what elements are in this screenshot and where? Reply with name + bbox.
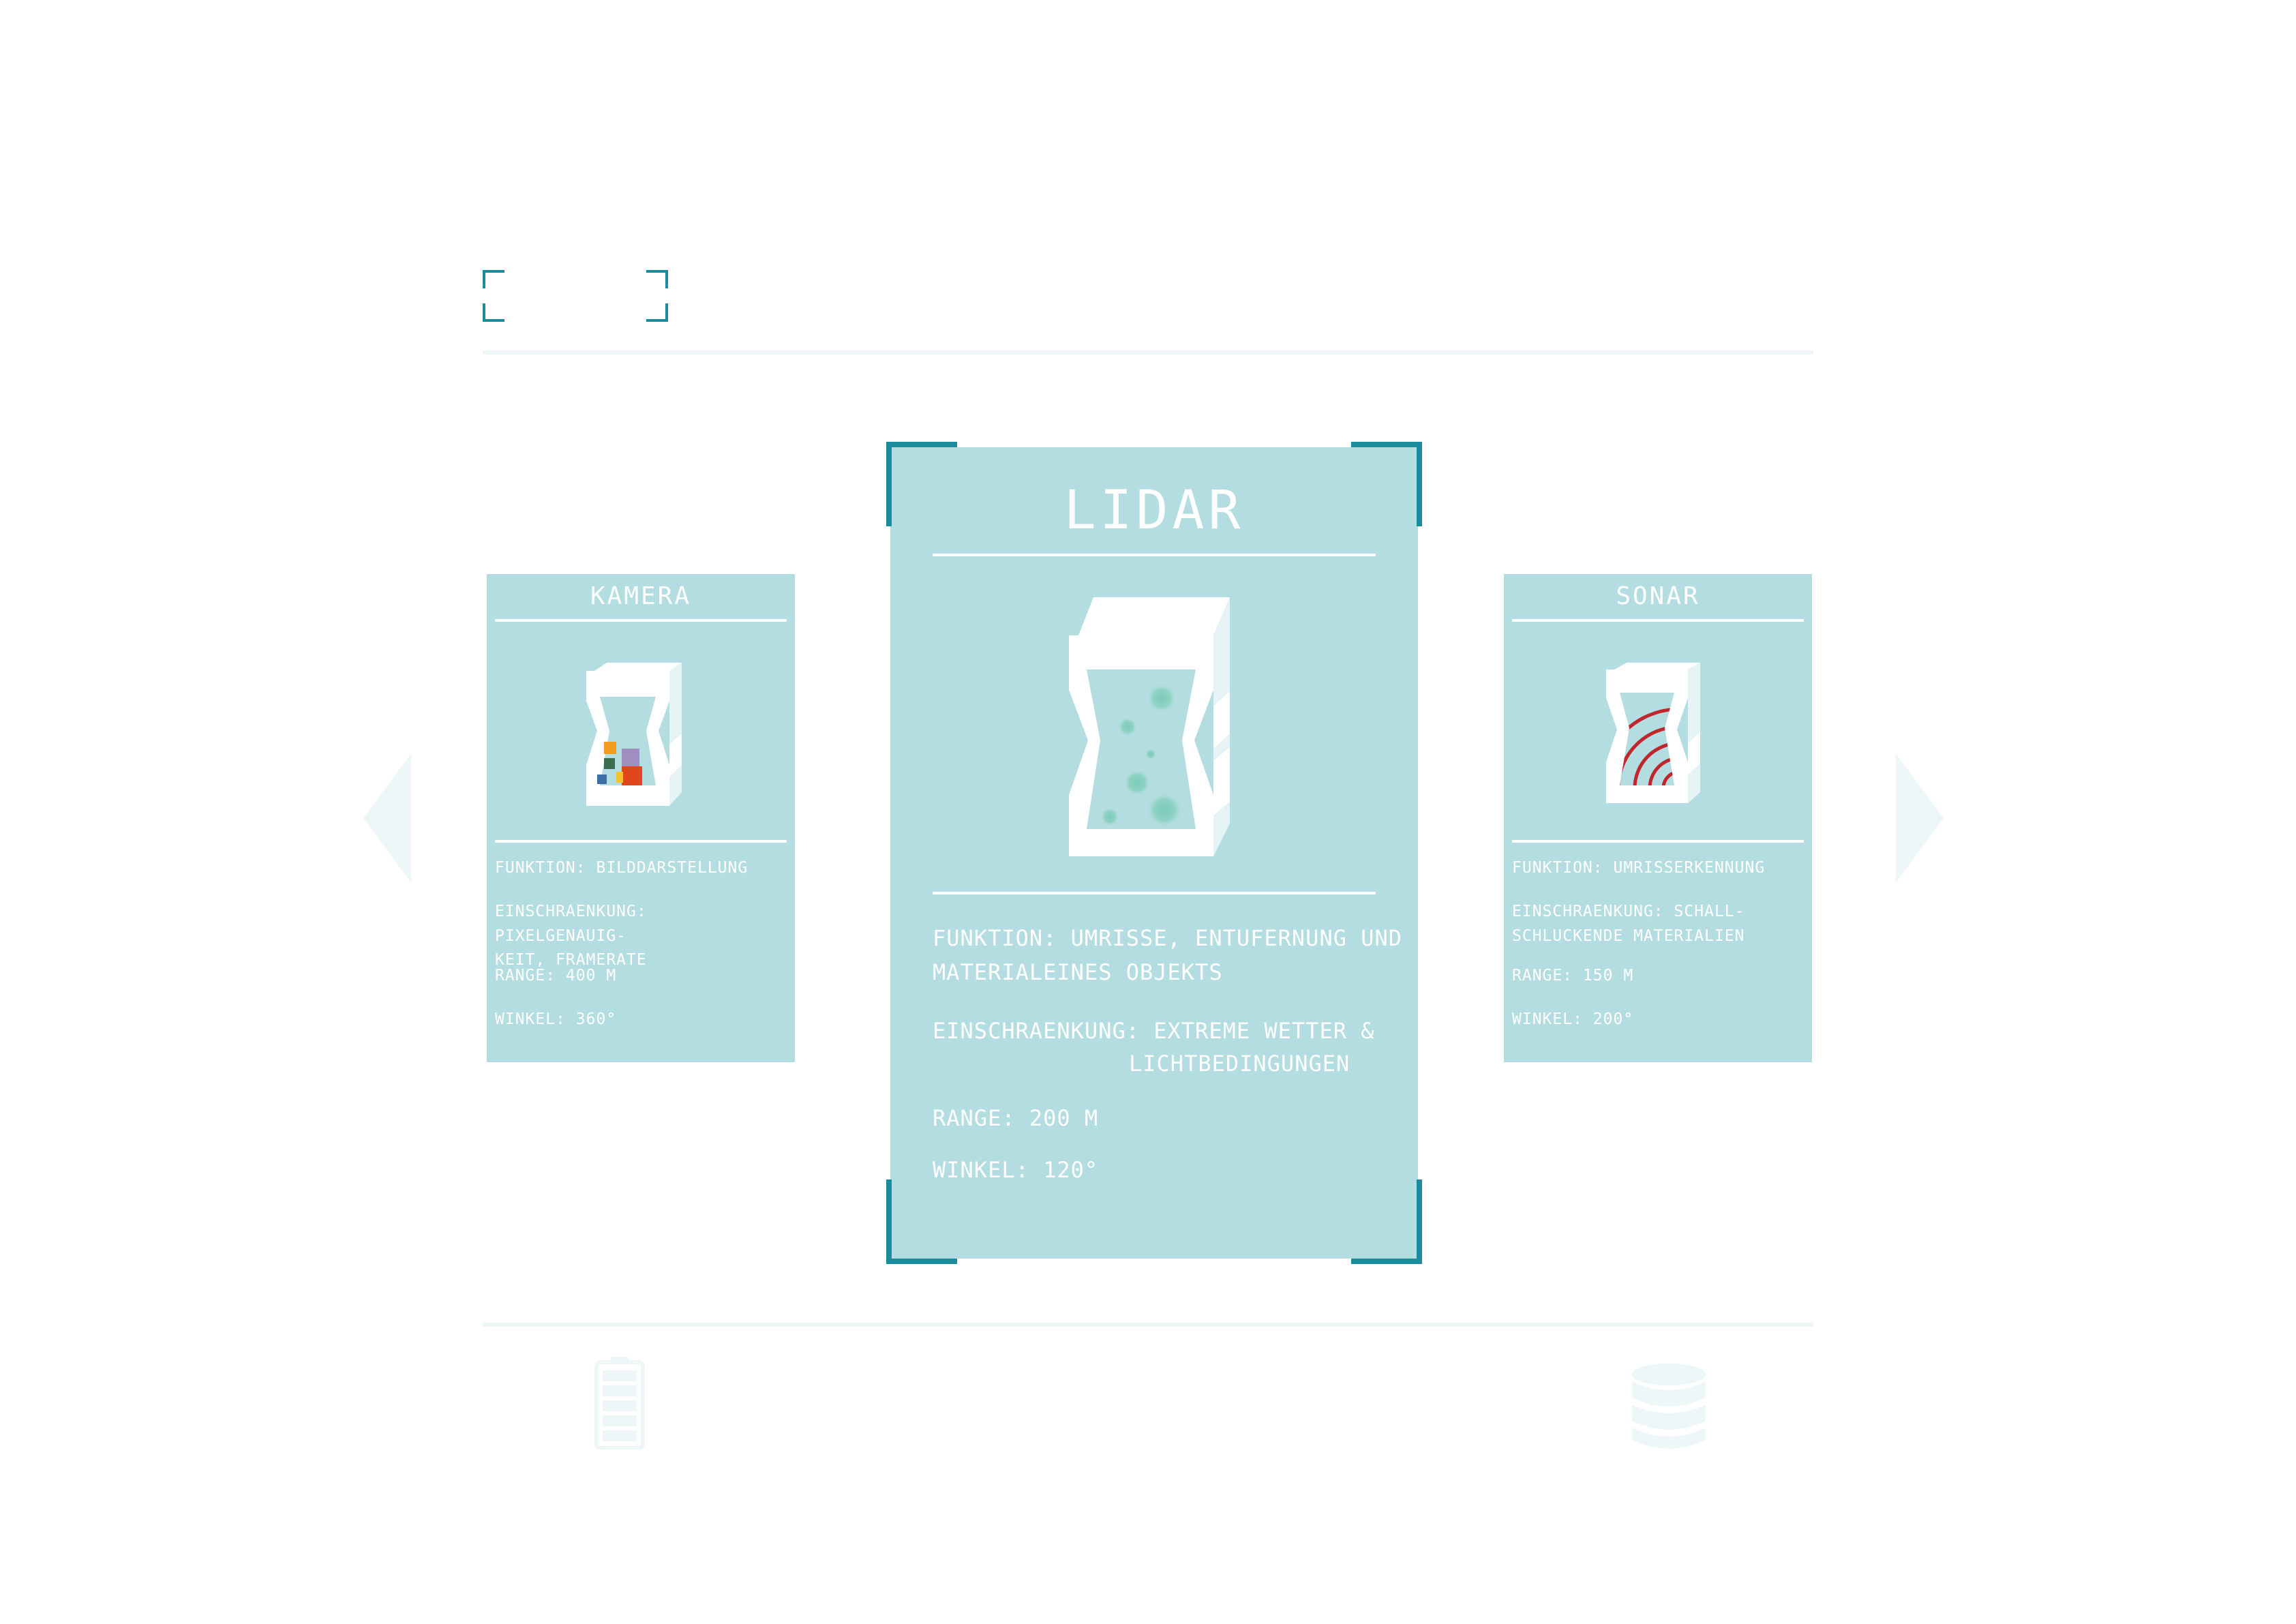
card-einschraenkung: Einschraenkung: Extreme Wetter & — [933, 1018, 1375, 1044]
card-divider — [1512, 619, 1804, 622]
card-winkel: Winkel: 360° — [495, 1010, 617, 1028]
header-frame-left-gap — [479, 288, 492, 303]
card-title: Sonar — [1616, 582, 1700, 610]
card-funktion: Funktion: Umrisserkennung — [1512, 859, 1766, 877]
lidar-sensor-icon — [1069, 597, 1230, 856]
card-funktion: Funktion: Umrisse, Entufernung und Mater… — [933, 925, 1403, 985]
card-funktion: Funktion: Bilddarstellung — [495, 859, 749, 877]
card-range: Range: 400 m — [495, 967, 617, 984]
card-einschraenkung-continued: Lichtbedingungen — [1129, 1051, 1350, 1077]
database-icon[interactable] — [1631, 1364, 1707, 1452]
card-range: Range: 150 m — [1512, 967, 1634, 984]
header-frame — [479, 270, 672, 322]
prev-arrow-icon[interactable] — [360, 750, 414, 886]
card-title: Lidar — [1063, 480, 1245, 541]
selection-corner-bottom-right — [1351, 1179, 1422, 1264]
card-divider — [495, 840, 787, 843]
sensor-card-lidar[interactable]: Lidar Funktion: Umrisse, Entufernung und… — [886, 442, 1422, 1264]
next-arrow-icon[interactable] — [1892, 750, 1947, 886]
card-divider — [933, 892, 1376, 894]
card-winkel: Winkel: 200° — [1512, 1010, 1634, 1028]
card-range: Range: 200 m — [933, 1105, 1099, 1131]
sensor-card-kamera[interactable]: Kamera Funktion: Bilddarstellung Einschr… — [487, 574, 795, 1062]
card-winkel: Winkel: 120° — [933, 1157, 1099, 1183]
card-divider — [495, 619, 787, 622]
card-title: Kamera — [590, 582, 692, 610]
battery-icon[interactable] — [594, 1357, 645, 1449]
card-divider — [933, 554, 1376, 556]
top-divider — [483, 350, 1813, 355]
card-einschraenkung: Einschraenkung: Schall- schluckende Mate… — [1512, 903, 1745, 945]
header-frame-right-gap — [659, 288, 672, 303]
camera-sensor-icon — [586, 663, 682, 806]
card-divider — [1512, 840, 1804, 843]
sonar-sensor-icon — [1606, 663, 1700, 803]
bottom-divider — [483, 1323, 1813, 1327]
sensor-card-sonar[interactable]: Sonar Funktion: Umrisserkennung Einschra… — [1504, 574, 1812, 1062]
selection-corner-bottom-left — [886, 1179, 957, 1264]
card-einschraenkung: Einschraenkung: Pixelgenauig- keit, Fram… — [495, 903, 647, 969]
